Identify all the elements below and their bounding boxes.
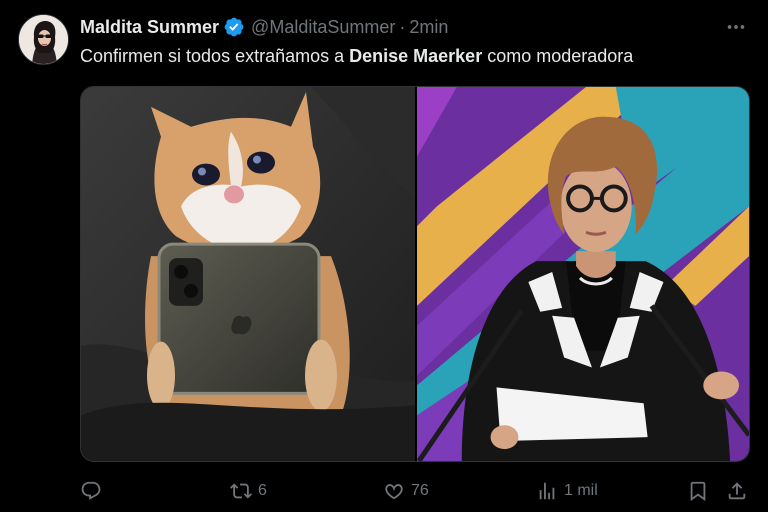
separator-dot: · — [399, 16, 406, 37]
verified-badge-icon — [224, 17, 244, 37]
media-image-moderator[interactable] — [417, 87, 749, 461]
bookmark-icon — [690, 481, 706, 502]
retweet-button[interactable]: 6 — [230, 480, 267, 502]
reply-icon — [81, 481, 101, 500]
share-icon — [728, 482, 746, 500]
retweet-count: 6 — [258, 482, 267, 499]
reply-button[interactable] — [80, 480, 102, 502]
media-image-cat[interactable] — [81, 87, 415, 461]
tweet-text: Confirmen si todos extrañamos a Denise M… — [80, 44, 748, 68]
tweet-text-part: como moderadora — [482, 46, 634, 66]
like-count: 76 — [411, 482, 429, 499]
tweet-actions: 6 76 1 mil — [80, 478, 748, 504]
retweet-icon — [230, 483, 252, 499]
tweet-header: Maldita Summer @MalditaSummer · 2min — [80, 15, 748, 39]
author-display-name[interactable]: Maldita Summer — [80, 17, 219, 38]
bookmark-button[interactable] — [687, 480, 709, 502]
avatar[interactable] — [18, 14, 69, 65]
like-button[interactable]: 76 — [383, 480, 429, 502]
views-chart-icon — [539, 482, 555, 500]
avatar-image — [19, 15, 68, 64]
tweet-media[interactable] — [80, 86, 750, 462]
tweet-timestamp[interactable]: 2min — [409, 17, 448, 38]
views-button[interactable]: 1 mil — [536, 480, 598, 502]
heart-icon — [385, 484, 403, 500]
share-button[interactable] — [726, 480, 748, 502]
tweet[interactable]: Maldita Summer @MalditaSummer · 2min Con… — [0, 0, 768, 512]
tweet-text-part: Confirmen si todos extrañamos a — [80, 46, 350, 66]
tweet-text-bold: Denise Maerker — [349, 46, 483, 66]
more-options-icon[interactable] — [724, 15, 748, 39]
author-handle[interactable]: @MalditaSummer — [251, 17, 395, 38]
views-count: 1 mil — [564, 482, 598, 499]
